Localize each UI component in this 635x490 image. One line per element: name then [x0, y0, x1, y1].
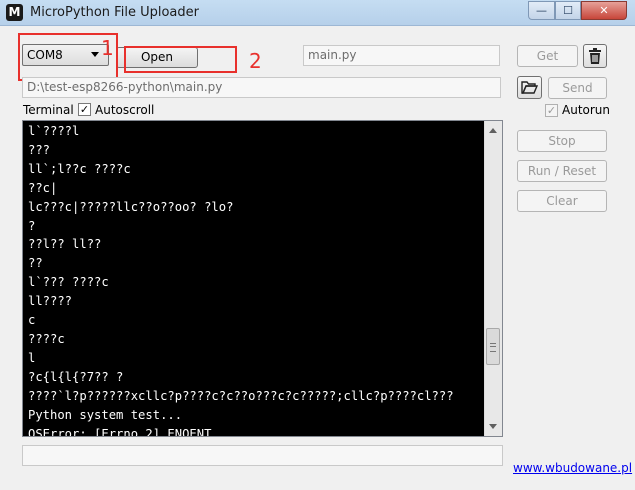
autoscroll-checkbox[interactable]: ✓: [78, 103, 91, 116]
annotation-label-2: 2: [249, 49, 262, 73]
website-link[interactable]: www.wbudowane.pl: [513, 461, 632, 475]
scrollbar-thumb[interactable]: [486, 328, 500, 365]
grip-icon: [490, 343, 496, 352]
maximize-button[interactable]: ☐: [555, 1, 581, 20]
clear-button[interactable]: Clear: [517, 190, 607, 212]
autoscroll-label[interactable]: Autoscroll: [95, 103, 154, 117]
file-path-field[interactable]: D:\test-esp8266-python\main.py: [22, 77, 501, 98]
annotation-box-2: [124, 46, 237, 73]
terminal-label: Terminal: [23, 103, 74, 117]
micropython-logo-icon: M: [6, 4, 23, 21]
stop-button[interactable]: Stop: [517, 130, 607, 152]
send-button[interactable]: Send: [548, 77, 607, 99]
terminal-text: l`????l ??? ll`;l??c ????c ??c| lc???c|?…: [28, 124, 454, 437]
terminal-scrollbar[interactable]: [484, 121, 502, 436]
window-title: MicroPython File Uploader: [30, 5, 199, 20]
scroll-up-icon[interactable]: [489, 128, 497, 133]
annotation-label-1: 1: [101, 36, 114, 60]
terminal-output[interactable]: l`????l ??? ll`;l??c ????c ??c| lc???c|?…: [22, 120, 503, 437]
scroll-down-icon[interactable]: [489, 424, 497, 429]
autorun-checkbox[interactable]: ✓: [545, 104, 558, 117]
delete-button[interactable]: [583, 44, 607, 68]
minimize-button[interactable]: —: [528, 1, 555, 20]
file-name-field[interactable]: main.py: [303, 45, 500, 66]
get-button[interactable]: Get: [517, 45, 578, 67]
close-button[interactable]: ✕: [581, 1, 627, 20]
trash-icon: [589, 48, 601, 64]
autorun-label[interactable]: Autorun: [562, 103, 610, 117]
run-reset-button[interactable]: Run / Reset: [517, 160, 607, 182]
folder-open-icon: [521, 81, 539, 94]
command-input[interactable]: [22, 445, 503, 466]
browse-folder-button[interactable]: [517, 76, 542, 99]
